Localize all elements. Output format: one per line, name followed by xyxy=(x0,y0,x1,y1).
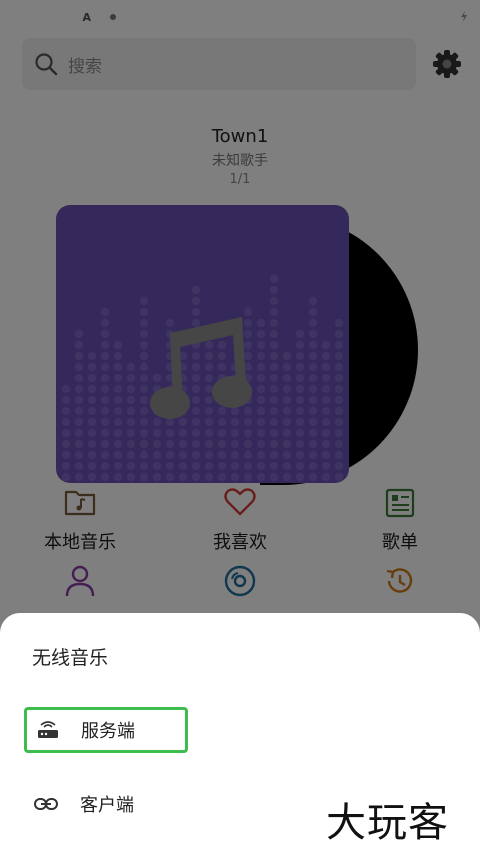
watermark-logo: 大玩客 xyxy=(326,800,449,846)
music-app: 12:39 A 搜索 Town1 未知歌手 1/1 xyxy=(0,0,480,853)
client-option-label: 客户端 xyxy=(80,795,134,816)
server-option[interactable]: 服务端 xyxy=(24,707,188,753)
sheet-title: 无线音乐 xyxy=(32,647,109,669)
server-option-label: 服务端 xyxy=(81,721,135,742)
client-option[interactable]: 客户端 xyxy=(24,781,188,827)
router-icon xyxy=(38,721,58,738)
link-icon xyxy=(34,798,58,810)
